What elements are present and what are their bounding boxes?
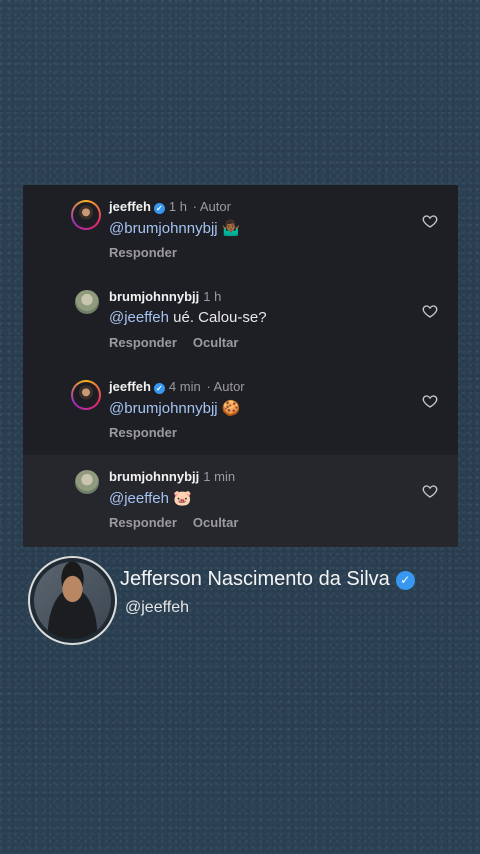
- comment-username[interactable]: brumjohnnybjj: [109, 469, 199, 484]
- hide-button[interactable]: Ocultar: [193, 515, 239, 530]
- avatar[interactable]: [71, 380, 101, 410]
- comment-time: 1 min: [203, 469, 236, 484]
- comment-emoji: 🤷🏾‍♂️: [221, 220, 241, 237]
- mention-link[interactable]: @brumjohnnybjj: [109, 220, 218, 237]
- profile-avatar[interactable]: [28, 556, 117, 645]
- profile-name: Jefferson Nascimento da Silva ✓: [120, 568, 415, 591]
- comment-header: brumjohnnybjj 1 h: [109, 289, 221, 304]
- comment: jeeffeh ✓ 4 min · Autor @brumjohnnybjj 🍪 Re…: [23, 365, 458, 455]
- profile-handle: @jeeffeh: [125, 599, 189, 616]
- mention-link[interactable]: @jeeffeh: [109, 490, 169, 507]
- hide-button[interactable]: Ocultar: [193, 335, 239, 350]
- avatar[interactable]: [75, 470, 99, 494]
- avatar[interactable]: [75, 290, 99, 314]
- mention-link[interactable]: @brumjohnnybjj: [109, 400, 218, 417]
- comment: jeeffeh ✓ 1 h · Autor @brumjohnnybjj 🤷🏾‍♂️ …: [23, 185, 458, 275]
- heart-outline-icon[interactable]: [422, 483, 438, 499]
- comment-header: jeeffeh ✓ 1 h · Autor: [109, 199, 231, 214]
- reply-button[interactable]: Responder: [109, 245, 177, 260]
- verified-badge-icon: ✓: [153, 203, 165, 214]
- avatar[interactable]: [71, 200, 101, 230]
- comment-username[interactable]: jeeffeh: [109, 379, 151, 394]
- verified-badge-icon: ✓: [153, 383, 165, 394]
- profile-name-text: Jefferson Nascimento da Silva: [120, 568, 390, 590]
- comment-time: 1 h: [168, 199, 187, 214]
- heart-outline-icon[interactable]: [422, 393, 438, 409]
- reply-button[interactable]: Responder: [109, 515, 177, 530]
- comment-text: @brumjohnnybjj 🍪: [109, 399, 240, 417]
- comment-text: @jeeffeh 🐷: [109, 489, 192, 507]
- heart-outline-icon[interactable]: [422, 303, 438, 319]
- verified-badge-icon: ✓: [395, 571, 415, 590]
- comment-time: 4 min: [168, 379, 201, 394]
- comment-header: jeeffeh ✓ 4 min · Autor: [109, 379, 245, 394]
- comment-emoji: 🍪: [221, 400, 241, 417]
- comment-actions: Responder: [109, 245, 193, 260]
- author-tag: · Autor: [206, 379, 245, 394]
- comment-header: brumjohnnybjj 1 min: [109, 469, 235, 484]
- author-tag: · Autor: [192, 199, 231, 214]
- comment-username[interactable]: jeeffeh: [109, 199, 151, 214]
- comments-card: jeeffeh ✓ 1 h · Autor @brumjohnnybjj 🤷🏾‍♂️ …: [23, 185, 458, 547]
- mention-link[interactable]: @jeeffeh: [109, 309, 169, 326]
- comment-time: 1 h: [203, 289, 222, 304]
- comment: brumjohnnybjj 1 min @jeeffeh 🐷 Responder Oc…: [23, 455, 458, 545]
- comment: brumjohnnybjj 1 h @jeeffeh ué. Calou-se? …: [23, 275, 458, 365]
- comment-text: @brumjohnnybjj 🤷🏾‍♂️: [109, 219, 240, 237]
- comment-actions: Responder: [109, 425, 193, 440]
- heart-outline-icon[interactable]: [422, 213, 438, 229]
- comment-actions: Responder Ocultar: [109, 335, 254, 350]
- comment-emoji: 🐷: [173, 490, 192, 507]
- reply-button[interactable]: Responder: [109, 425, 177, 440]
- comment-body: ué. Calou-se?: [169, 309, 267, 326]
- comment-actions: Responder Ocultar: [109, 515, 254, 530]
- comment-text: @jeeffeh ué. Calou-se?: [109, 309, 267, 326]
- comment-username[interactable]: brumjohnnybjj: [109, 289, 199, 304]
- reply-button[interactable]: Responder: [109, 335, 177, 350]
